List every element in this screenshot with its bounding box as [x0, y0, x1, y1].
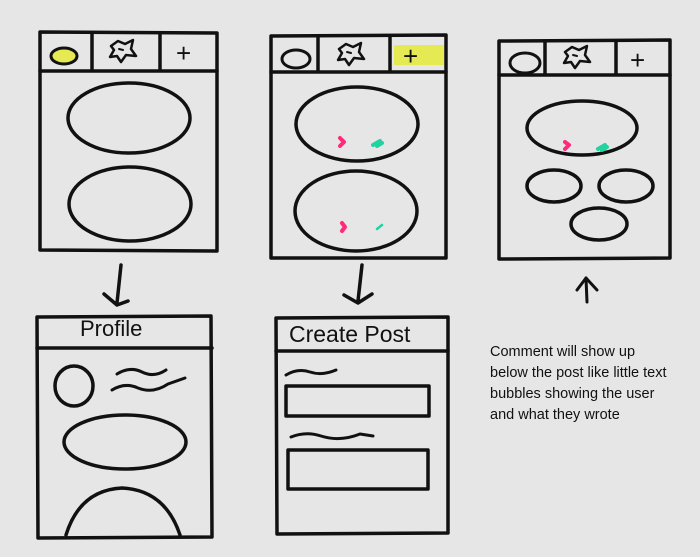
feed-screen-plus-highlight	[269, 33, 448, 260]
plus-icon[interactable]: +	[176, 38, 191, 69]
comment-annotation: Comment will show up below the post like…	[490, 342, 700, 426]
post-bubble	[294, 85, 420, 163]
create-post-screen	[274, 315, 450, 536]
home-icon[interactable]	[108, 38, 138, 64]
like-mark	[338, 136, 346, 148]
post-bubble	[67, 165, 193, 243]
bio-scribble	[110, 376, 187, 392]
create-post-screen-title: Create Post	[289, 321, 411, 347]
like-mark	[563, 140, 571, 151]
home-icon[interactable]	[336, 41, 366, 67]
profile-screen-title: Profile	[80, 316, 143, 341]
field-label-scribble	[289, 432, 375, 441]
annotation-line: bubbles showing the user	[490, 386, 655, 402]
annotation-line: below the post like little text	[490, 365, 667, 381]
profile-circle-icon[interactable]	[508, 51, 542, 75]
comment-mark	[375, 223, 384, 231]
post-bubble	[293, 169, 419, 253]
comment-mark	[596, 143, 609, 152]
comment-bubble	[569, 206, 629, 242]
annotation-line: and what they wrote	[490, 407, 620, 423]
sketch-drawing	[35, 30, 672, 540]
bio-scribble	[115, 367, 168, 377]
comment-mark	[371, 139, 384, 148]
post-bubble	[525, 99, 639, 157]
plus-icon[interactable]: +	[403, 41, 418, 72]
post-bubble	[64, 486, 182, 537]
field-label-scribble	[284, 368, 338, 377]
like-mark	[340, 221, 347, 233]
arrow-icon	[342, 263, 374, 305]
arrow-icon	[575, 276, 599, 304]
plus-tab-highlight	[394, 45, 444, 65]
comment-bubble	[597, 168, 655, 204]
annotation-line: Comment will show up	[490, 344, 636, 360]
profile-screen	[35, 314, 214, 540]
post-text-field[interactable]	[284, 384, 431, 418]
post-bubble	[62, 413, 188, 471]
avatar	[53, 364, 95, 408]
post-media-field[interactable]	[286, 448, 430, 491]
profile-circle-icon[interactable]	[280, 48, 312, 70]
wireframe-sketch: + + + Profile Create Post Comment will s…	[0, 0, 700, 557]
arrow-icon	[102, 263, 130, 307]
plus-icon[interactable]: +	[630, 45, 645, 76]
comment-bubble	[525, 168, 583, 204]
post-bubble	[66, 81, 192, 155]
